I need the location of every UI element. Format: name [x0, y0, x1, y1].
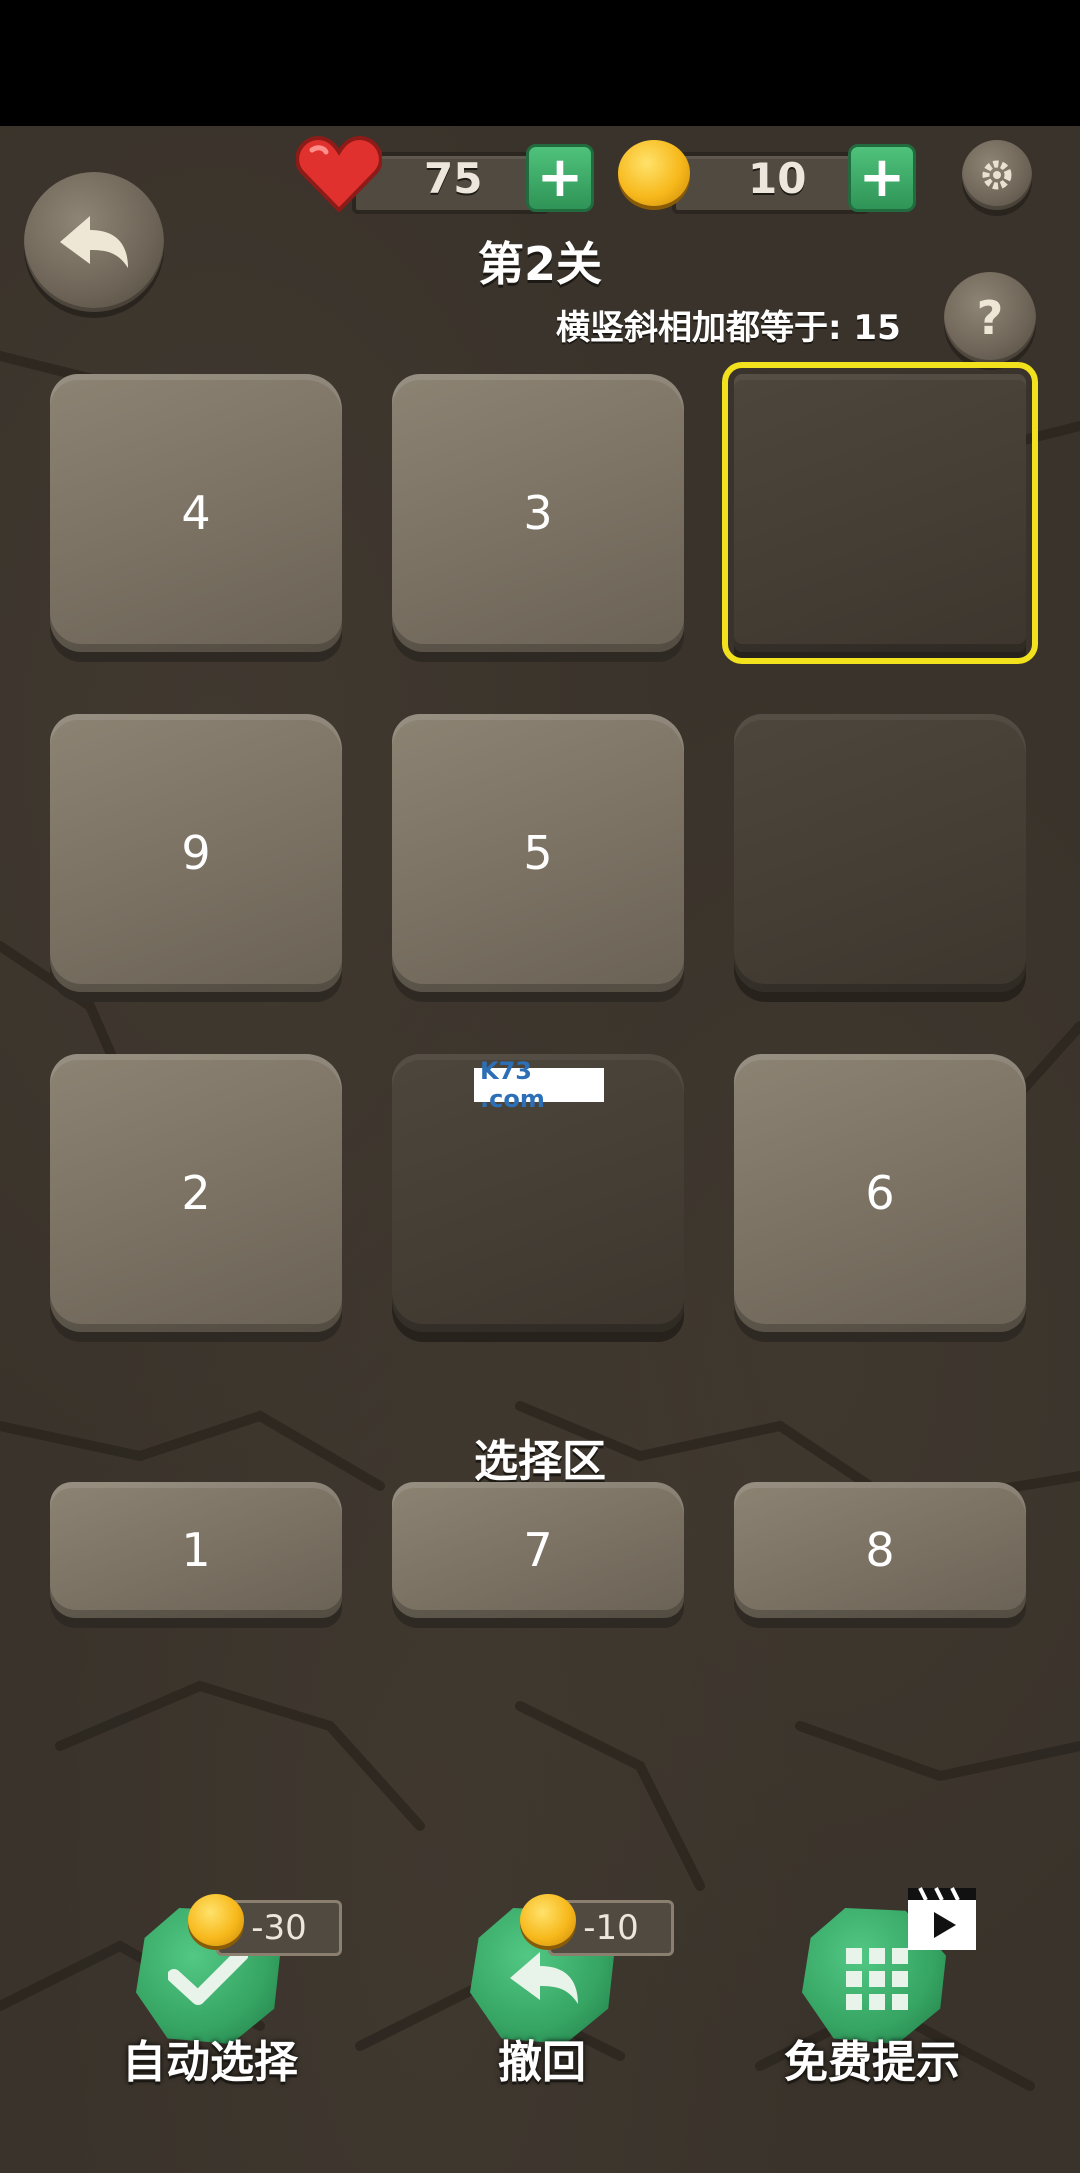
coin-icon	[188, 1894, 244, 1946]
choice-tile[interactable]: 7	[392, 1482, 684, 1618]
choice-tile[interactable]: 1	[50, 1482, 342, 1618]
lives-value: 75	[424, 154, 483, 203]
help-button[interactable]: ?	[944, 272, 1036, 364]
board-cell[interactable]: 6	[734, 1054, 1026, 1332]
video-ad-icon	[908, 1887, 976, 1950]
auto-select-button[interactable]: -30 自动选择	[60, 1888, 360, 2088]
board-cell[interactable]: 2	[50, 1054, 342, 1332]
grid-icon	[846, 1948, 908, 2010]
status-bar	[0, 0, 1080, 126]
watermark-logo: K73 .com	[474, 1057, 604, 1113]
coins-value: 10	[748, 154, 807, 203]
settings-button[interactable]	[962, 140, 1032, 210]
add-lives-button[interactable]: +	[526, 144, 594, 212]
board-cell[interactable]: 4	[50, 374, 342, 652]
action-label: 自动选择	[122, 2037, 298, 2088]
action-label: 撤回	[498, 2037, 586, 2088]
rule-text: 横竖斜相加都等于: 15	[556, 308, 901, 348]
board-cell[interactable]: 3	[392, 374, 684, 652]
board-cell[interactable]: 5	[392, 714, 684, 992]
board-cell-selected[interactable]	[722, 362, 1038, 664]
coin-icon	[618, 140, 690, 206]
board-cell[interactable]: 9	[50, 714, 342, 992]
undo-button[interactable]: -10 撤回	[392, 1888, 692, 2088]
help-icon: ?	[976, 291, 1004, 345]
gear-icon	[982, 160, 1012, 190]
selection-area-title: 选择区	[474, 1436, 606, 1487]
undo-arrow-icon	[510, 1952, 578, 2004]
choice-tile[interactable]: 8	[734, 1482, 1026, 1618]
action-label: 免费提示	[784, 2037, 960, 2088]
heart-icon	[296, 136, 382, 212]
add-coins-button[interactable]: +	[848, 144, 916, 212]
board-cell-empty[interactable]	[734, 714, 1026, 992]
coin-icon	[520, 1894, 576, 1946]
level-title: 第2关	[477, 237, 602, 291]
free-hint-button[interactable]: 免费提示	[722, 1887, 1022, 2088]
